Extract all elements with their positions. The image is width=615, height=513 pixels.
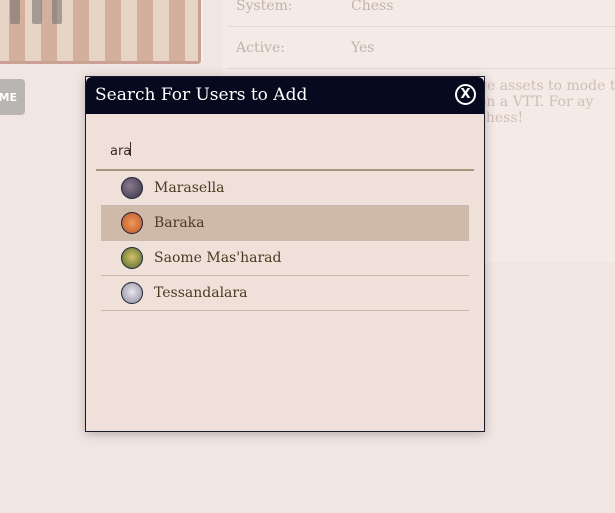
search-results-list: Marasella Baraka Saome Mas'harad Tessand… (101, 171, 469, 311)
info-row-system: System: Chess (228, 0, 615, 27)
user-search-input[interactable] (96, 134, 474, 171)
result-item-baraka[interactable]: Baraka (101, 206, 469, 241)
info-label: System: (236, 0, 293, 14)
result-item-marasella[interactable]: Marasella (101, 171, 469, 206)
marasella-avatar (121, 177, 143, 199)
result-name: Saome Mas'harad (154, 250, 282, 266)
result-name: Baraka (154, 215, 205, 231)
result-item-saome[interactable]: Saome Mas'harad (101, 241, 469, 276)
close-icon: X (460, 87, 471, 102)
close-button[interactable]: X (455, 84, 476, 105)
result-name: Marasella (154, 180, 225, 196)
saome-avatar (121, 247, 143, 269)
chess-piece-icon (52, 0, 62, 24)
info-value: Chess (351, 0, 394, 14)
modal-title: Search For Users to Add (95, 85, 308, 105)
game-thumbnail-panel (0, 0, 203, 64)
game-description: ge assets to mode t on a VTT. For ay che… (478, 78, 615, 126)
chess-piece-icon (10, 0, 20, 24)
chessboard-image (0, 0, 201, 64)
info-row-active: Active: Yes (228, 26, 615, 69)
search-users-modal: Search For Users to Add X Marasella Bara… (85, 76, 485, 432)
info-value: Yes (351, 40, 375, 56)
modal-header: Search For Users to Add X (86, 77, 484, 114)
result-name: Tessandalara (154, 285, 248, 301)
info-label: Active: (236, 40, 285, 56)
chess-piece-icon (32, 0, 42, 24)
baraka-avatar (121, 212, 143, 234)
background-action-button[interactable]: ME (0, 79, 25, 115)
tessandalara-avatar (121, 282, 143, 304)
result-item-tessandalara[interactable]: Tessandalara (101, 276, 469, 311)
text-caret (130, 142, 131, 156)
